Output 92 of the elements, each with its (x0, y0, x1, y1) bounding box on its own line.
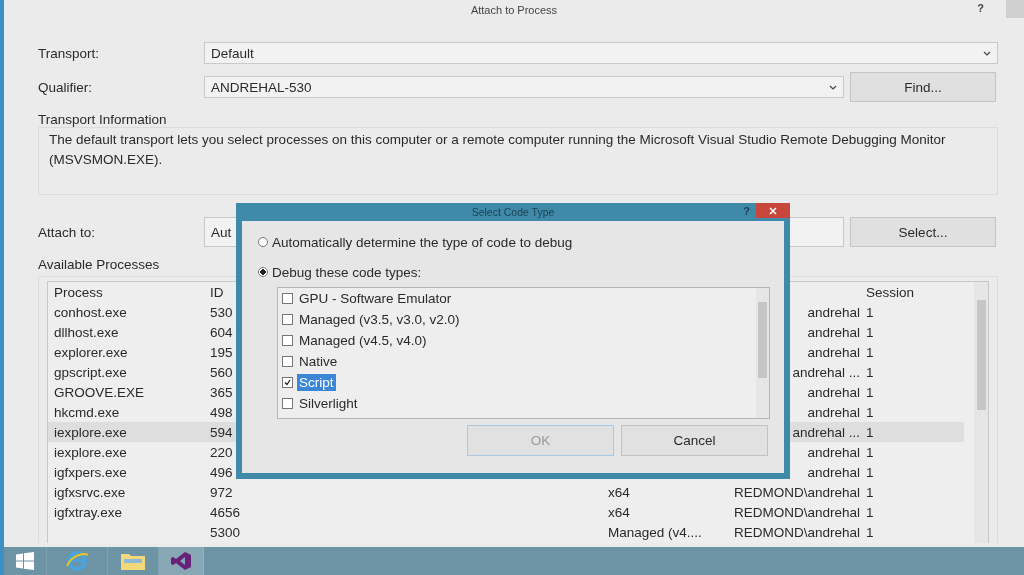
table-cell: 498 (210, 404, 233, 420)
table-cell: andrehal (807, 324, 860, 340)
find-button[interactable]: Find... (850, 72, 996, 102)
table-cell: andrehal (807, 444, 860, 460)
table-cell: 195 (210, 344, 233, 360)
table-cell: andrehal (807, 404, 860, 420)
dialog-button[interactable]: Cancel (621, 425, 768, 456)
list-item[interactable]: Silverlight (297, 395, 360, 412)
table-cell: andrehal (807, 464, 860, 480)
windows-logo-icon[interactable] (16, 552, 34, 570)
dialog-title: Select Code Type (471, 206, 555, 218)
table-cell: 530 (210, 304, 233, 320)
table-cell: dllhost.exe (54, 324, 119, 340)
table-cell: REDMOND\andrehal (733, 484, 860, 500)
table-cell: 1 (866, 344, 874, 360)
table-cell: explorer.exe (54, 344, 128, 360)
list-item[interactable]: Managed (v3.5, v3.0, v2.0) (297, 311, 462, 328)
list-item[interactable]: Managed (v4.5, v4.0) (297, 332, 429, 349)
window-title: Attach to Process (470, 4, 558, 16)
table-cell: 365 (210, 384, 233, 400)
table-row[interactable]: 5300 Managed (v4.... REDMOND\andrehal 1 (48, 522, 964, 542)
checkbox[interactable] (282, 356, 293, 367)
field-label: Attach to: (38, 224, 97, 240)
scrollbar[interactable] (974, 282, 988, 543)
folder-icon[interactable] (120, 551, 146, 571)
table-cell: andrehal (807, 384, 860, 400)
checkbox[interactable] (282, 398, 293, 409)
table-cell: conhost.exe (54, 304, 127, 320)
table-cell: andrehal (807, 344, 860, 360)
checkbox[interactable] (282, 335, 293, 346)
table-cell: 1 (866, 524, 874, 540)
column-header[interactable]: ID (210, 284, 224, 300)
table-cell: Managed (v4.... (608, 524, 702, 540)
radio-button[interactable] (258, 267, 268, 277)
group-heading: Available Processes (38, 257, 161, 272)
table-cell: 1 (866, 444, 874, 460)
table-cell: 1 (866, 304, 874, 320)
table-cell: 5300 (210, 524, 241, 540)
table-row[interactable]: igfxtray.exe 4656 x64 REDMOND\andrehal 1 (48, 502, 964, 522)
table-cell: x64 (608, 484, 630, 500)
table-cell: 1 (866, 384, 874, 400)
table-cell: gpscript.exe (54, 364, 127, 380)
table-cell: andrehal ... (792, 424, 860, 440)
select-button[interactable]: Select... (850, 217, 996, 247)
scrollbar[interactable] (756, 288, 769, 418)
table-cell: igfxsrvc.exe (54, 484, 126, 500)
table-cell: hkcmd.exe (54, 404, 120, 420)
table-cell: igfxtray.exe (54, 504, 123, 520)
list-item[interactable]: Native (297, 353, 340, 370)
help-button[interactable]: ? (977, 2, 984, 14)
close-icon (769, 206, 777, 215)
table-row[interactable]: igfxsrvc.exe 972 x64 REDMOND\andrehal 1 (48, 482, 964, 502)
column-header[interactable]: Process (54, 284, 103, 300)
table-cell: 1 (866, 364, 874, 380)
group-heading: Transport Information (38, 112, 168, 127)
table-cell: 496 (210, 464, 233, 480)
table-cell: 1 (866, 424, 874, 440)
checkbox[interactable] (282, 293, 293, 304)
field-label: Qualifier: (38, 79, 94, 95)
table-cell: andrehal (807, 304, 860, 320)
table-cell: 4656 (210, 504, 241, 520)
table-cell: 1 (866, 324, 874, 340)
table-cell: 1 (866, 404, 874, 420)
table-cell: 594 (210, 424, 233, 440)
table-cell: REDMOND\andrehal (733, 524, 860, 540)
table-cell: x64 (608, 504, 630, 520)
transport-dropdown[interactable]: Default (204, 42, 998, 64)
list-item[interactable]: Script (297, 374, 336, 391)
table-cell: iexplore.exe (54, 444, 127, 460)
qualifier-dropdown[interactable]: ANDREHAL-530 (204, 76, 844, 98)
infinity-logo-icon[interactable] (170, 551, 192, 571)
table-cell: iexplore.exe (54, 424, 127, 440)
transport-description: The default transport lets you select processes on this computer or a remote computer running the Microsoft Visual Studio Remote Debugging Monitor (MSVSMON.EXE). (49, 131, 947, 169)
table-cell: 1 (866, 464, 874, 480)
table-cell: andrehal ... (792, 364, 860, 380)
table-cell: 1 (866, 484, 874, 500)
radio-label: Automatically determine the type of code to debug (272, 234, 573, 250)
table-cell: 604 (210, 324, 233, 340)
table-cell: 560 (210, 364, 233, 380)
table-cell: igfxpers.exe (54, 464, 127, 480)
column-header[interactable]: Session (866, 284, 915, 300)
list-item[interactable]: GPU - Software Emulator (297, 290, 454, 307)
checkbox[interactable] (282, 314, 293, 325)
table-cell: 972 (210, 484, 233, 500)
table-cell: GROOVE.EXE (54, 384, 145, 400)
table-cell: 220 (210, 444, 233, 460)
checkbox[interactable] (282, 377, 293, 388)
radio-button[interactable] (258, 237, 268, 247)
field-label: Transport: (38, 45, 101, 61)
table-cell: 1 (866, 504, 874, 520)
radio-label: Debug these code types: (272, 264, 422, 280)
table-cell: REDMOND\andrehal (733, 504, 860, 520)
